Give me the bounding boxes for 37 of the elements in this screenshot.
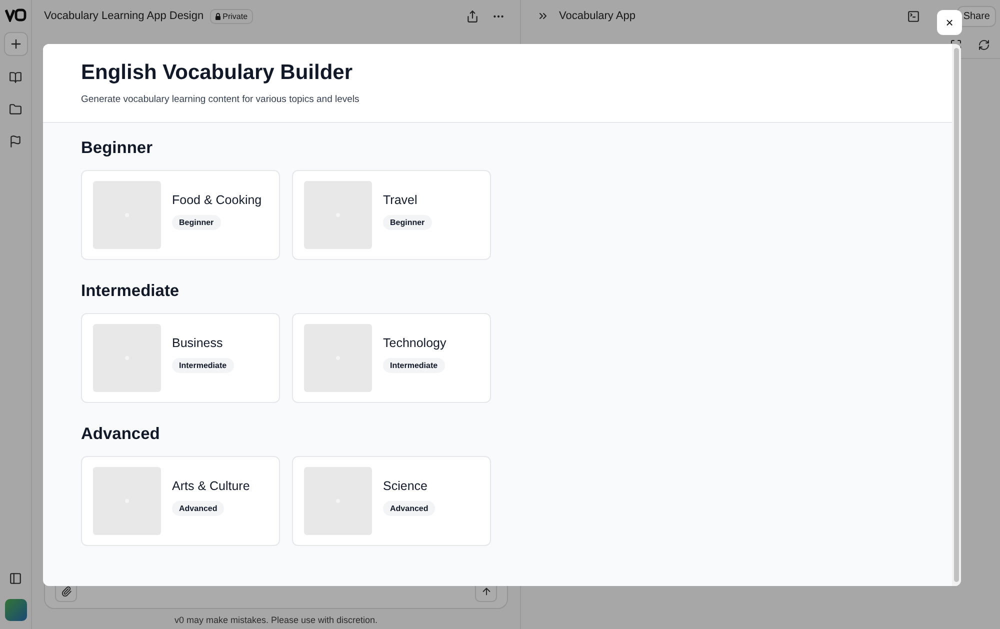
private-badge: Private bbox=[210, 8, 253, 24]
new-chat-button[interactable] bbox=[4, 32, 28, 56]
topic-card[interactable]: Science Advanced bbox=[292, 456, 491, 546]
arrow-up-icon bbox=[480, 586, 492, 596]
level-tag: Intermediate bbox=[383, 358, 445, 372]
level-tag: Advanced bbox=[383, 500, 436, 516]
topic-name: Technology bbox=[383, 336, 446, 350]
disclaimer-text: v0 may make mistakes. Please use with discretion. bbox=[173, 614, 379, 627]
topic-name: Arts & Culture bbox=[172, 478, 250, 492]
scrollbar[interactable] bbox=[952, 44, 961, 586]
topic-card[interactable]: Technology Intermediate bbox=[292, 313, 491, 403]
topic-name: Business bbox=[172, 336, 223, 350]
topic-card[interactable]: Food & Cooking Beginner bbox=[81, 170, 280, 260]
topic-name: Science bbox=[383, 478, 428, 492]
topic-card[interactable]: Business Intermediate bbox=[81, 313, 280, 403]
paperclip-icon bbox=[60, 586, 72, 596]
section-heading: Intermediate bbox=[81, 282, 180, 301]
level-tag: Intermediate bbox=[172, 358, 234, 372]
topic-name: Food & Cooking bbox=[172, 192, 262, 206]
logo-icon bbox=[4, 8, 26, 22]
lock-icon bbox=[214, 12, 221, 20]
section-heading: Beginner bbox=[81, 139, 154, 158]
plus-icon bbox=[8, 37, 22, 51]
share-button[interactable]: Share bbox=[957, 6, 996, 26]
preview-title: Vocabulary App bbox=[559, 10, 636, 22]
level-tag: Advanced bbox=[172, 500, 224, 516]
topic-name: Travel bbox=[383, 192, 418, 206]
section-heading: Advanced bbox=[81, 425, 161, 444]
modal-subtitle: Generate vocabulary learning content for various topics and levels bbox=[81, 94, 360, 105]
level-tag: Beginner bbox=[172, 214, 221, 230]
close-button[interactable]: × bbox=[937, 10, 962, 35]
level-tag: Beginner bbox=[383, 214, 432, 230]
avatar[interactable] bbox=[4, 599, 26, 621]
topic-card[interactable]: Travel Beginner bbox=[292, 170, 491, 260]
modal-title: English Vocabulary Builder bbox=[81, 61, 354, 85]
chat-title: Vocabulary Learning App Design bbox=[44, 10, 204, 22]
topic-card[interactable]: Arts & Culture Advanced bbox=[81, 456, 280, 546]
